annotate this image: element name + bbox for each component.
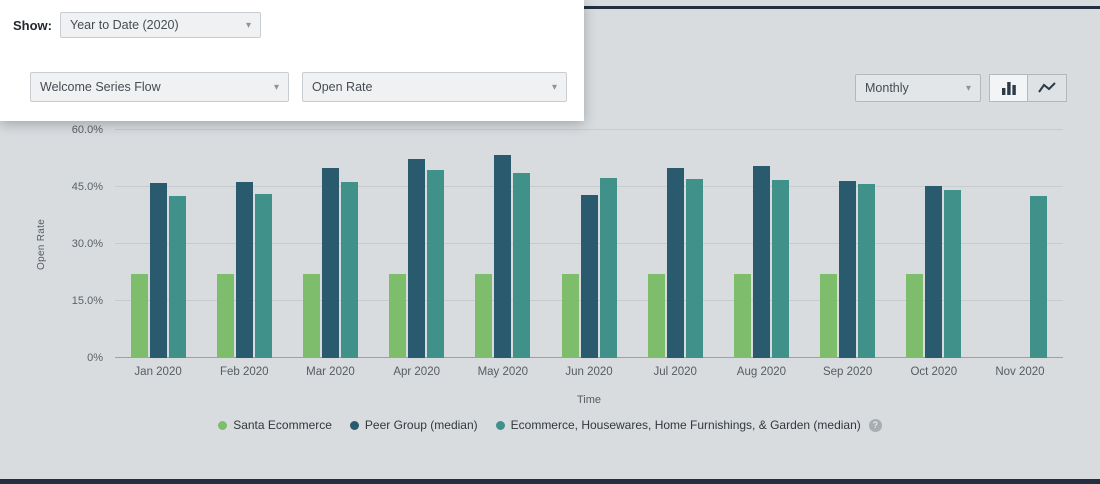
bar[interactable] [494, 155, 511, 358]
bar[interactable] [513, 173, 530, 358]
flow-metric-row: Welcome Series Flow ▾ Open Rate ▾ [30, 72, 567, 102]
bar-group [460, 130, 546, 358]
interval-value: Monthly [865, 81, 909, 95]
bar-group [632, 130, 718, 358]
bar-group [718, 130, 804, 358]
bar[interactable] [341, 182, 358, 358]
bar[interactable] [236, 182, 253, 358]
bar[interactable] [820, 274, 837, 358]
bar[interactable] [858, 184, 875, 358]
flow-value: Welcome Series Flow [40, 80, 161, 94]
bar-group [546, 130, 632, 358]
help-icon[interactable]: ? [869, 419, 882, 432]
legend-label: Santa Ecommerce [233, 418, 332, 432]
bar[interactable] [753, 166, 770, 358]
bar[interactable] [169, 196, 186, 358]
bar-group [805, 130, 891, 358]
bar[interactable] [303, 274, 320, 358]
chevron-down-icon: ▾ [552, 82, 557, 93]
chart-controls: Monthly ▾ [855, 74, 1067, 102]
bar[interactable] [944, 190, 961, 358]
x-tick-label: Mar 2020 [287, 366, 373, 378]
metric-dropdown[interactable]: Open Rate ▾ [302, 72, 567, 102]
bar[interactable] [925, 186, 942, 358]
bar-group [201, 130, 287, 358]
bar[interactable] [131, 274, 148, 358]
x-tick-label: Nov 2020 [977, 366, 1063, 378]
y-tick-label: 45.0% [72, 181, 103, 193]
y-tick-label: 60.0% [72, 124, 103, 136]
bar[interactable] [255, 194, 272, 358]
bar[interactable] [734, 274, 751, 358]
legend: Santa Ecommerce Peer Group (median) Ecomme… [0, 418, 1100, 432]
bar-group [374, 130, 460, 358]
chevron-down-icon: ▾ [246, 20, 251, 31]
bar[interactable] [600, 178, 617, 358]
x-axis-title: Time [115, 394, 1063, 406]
line-chart-toggle-button[interactable] [1028, 74, 1067, 102]
bar[interactable] [1030, 196, 1047, 358]
bar[interactable] [686, 179, 703, 358]
bottom-border [0, 479, 1100, 484]
bar[interactable] [772, 180, 789, 358]
bar[interactable] [322, 168, 339, 358]
bar-group [977, 130, 1063, 358]
bar[interactable] [581, 195, 598, 358]
x-tick-label: Jun 2020 [546, 366, 632, 378]
bar[interactable] [408, 159, 425, 358]
legend-dot [350, 421, 359, 430]
x-tick-label: Sep 2020 [805, 366, 891, 378]
bar[interactable] [150, 183, 167, 358]
legend-label: Peer Group (median) [365, 418, 478, 432]
bar-groups [115, 130, 1063, 358]
legend-label: Ecommerce, Housewares, Home Furnishings,… [511, 418, 861, 432]
bar[interactable] [475, 274, 492, 358]
bar[interactable] [217, 274, 234, 358]
x-tick-label: Jul 2020 [632, 366, 718, 378]
chart-type-toggle [989, 74, 1067, 102]
bar[interactable] [906, 274, 923, 358]
bar-chart-icon [1001, 81, 1017, 95]
show-row: Show: Year to Date (2020) ▾ [13, 12, 261, 38]
bar-group [287, 130, 373, 358]
legend-dot [218, 421, 227, 430]
show-dropdown[interactable]: Year to Date (2020) ▾ [60, 12, 261, 38]
legend-item[interactable]: Peer Group (median) [350, 418, 478, 432]
x-tick-label: Oct 2020 [891, 366, 977, 378]
bar[interactable] [648, 274, 665, 358]
interval-dropdown[interactable]: Monthly ▾ [855, 74, 981, 102]
y-tick-label: 15.0% [72, 295, 103, 307]
line-chart-icon [1038, 81, 1056, 95]
y-tick-label: 0% [87, 352, 103, 364]
flow-dropdown[interactable]: Welcome Series Flow ▾ [30, 72, 289, 102]
x-axis: Jan 2020Feb 2020Mar 2020Apr 2020May 2020… [115, 366, 1063, 378]
x-tick-label: Feb 2020 [201, 366, 287, 378]
chevron-down-icon: ▾ [274, 82, 279, 93]
legend-item[interactable]: Santa Ecommerce [218, 418, 332, 432]
show-label: Show: [13, 18, 52, 33]
legend-item[interactable]: Ecommerce, Housewares, Home Furnishings,… [496, 418, 882, 432]
chevron-down-icon: ▾ [966, 83, 971, 94]
bar-group [891, 130, 977, 358]
show-value: Year to Date (2020) [70, 18, 179, 32]
filter-panel: Show: Year to Date (2020) ▾ Welcome Seri… [0, 0, 584, 121]
x-tick-label: Apr 2020 [374, 366, 460, 378]
y-tick-label: 30.0% [72, 238, 103, 250]
x-tick-label: Aug 2020 [718, 366, 804, 378]
x-tick-label: May 2020 [460, 366, 546, 378]
x-tick-label: Jan 2020 [115, 366, 201, 378]
bar[interactable] [427, 170, 444, 358]
bar[interactable] [389, 274, 406, 358]
bar[interactable] [839, 181, 856, 358]
bar[interactable] [562, 274, 579, 358]
bar[interactable] [667, 168, 684, 358]
chart: Open Rate 0%15.0%30.0%45.0%60.0% Jan 202… [0, 122, 1100, 474]
bar-chart-toggle-button[interactable] [989, 74, 1028, 102]
plot-area [115, 130, 1063, 358]
metric-value: Open Rate [312, 80, 372, 94]
legend-dot [496, 421, 505, 430]
bar-group [115, 130, 201, 358]
y-axis: 0%15.0%30.0%45.0%60.0% [0, 130, 108, 358]
